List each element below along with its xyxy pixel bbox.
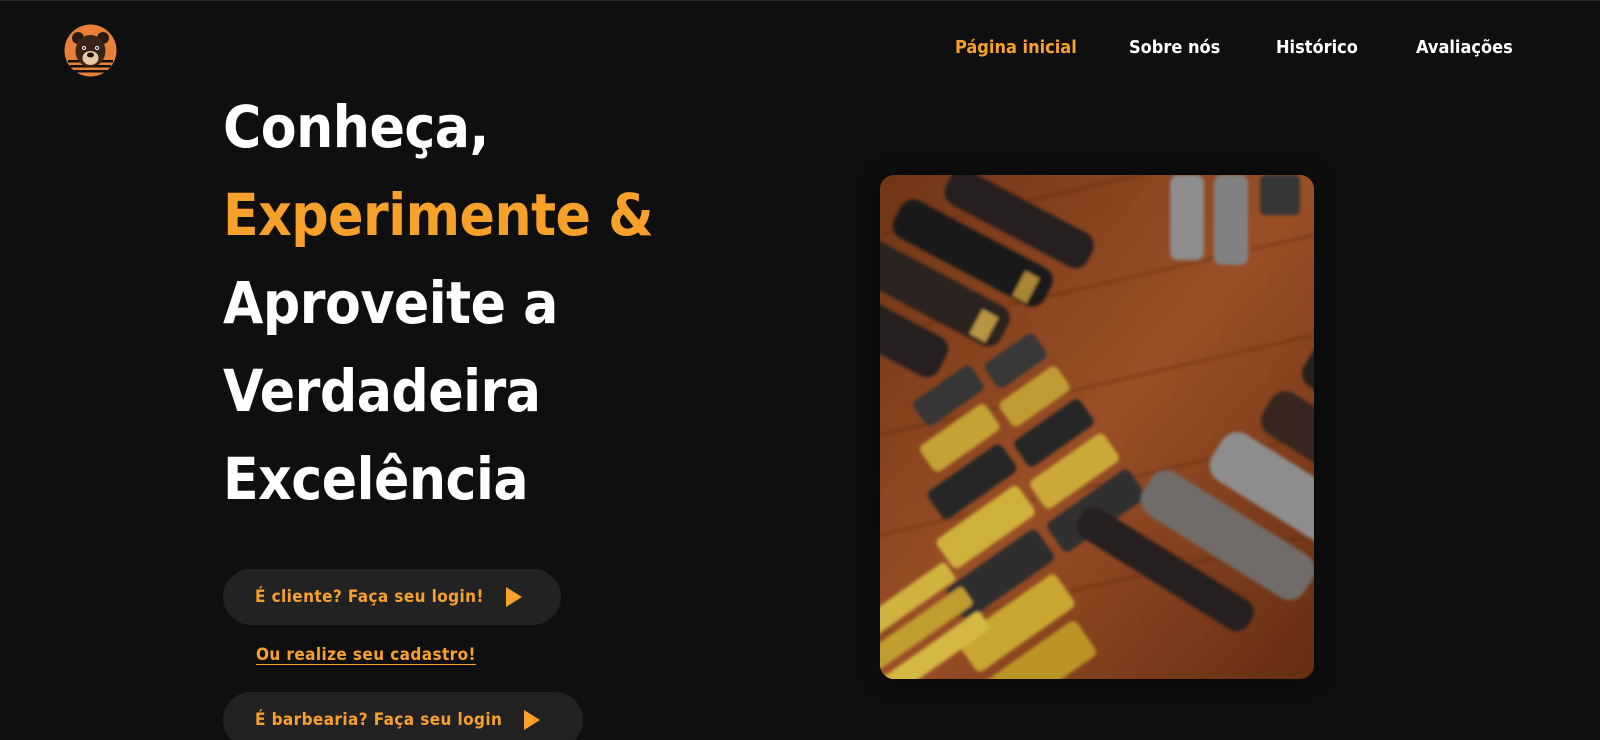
nav-item-history[interactable]: Histórico: [1276, 37, 1358, 58]
client-login-button[interactable]: É cliente? Faça seu login!: [223, 569, 561, 625]
barbershop-login-label: É barbearia? Faça seu login: [255, 710, 503, 730]
nav-item-home[interactable]: Página inicial: [955, 37, 1077, 58]
play-icon: [505, 587, 522, 607]
nav-item-reviews[interactable]: Avaliações: [1416, 37, 1513, 58]
headline-line-1: Conheça,: [223, 93, 489, 161]
main-nav: Página inicial Sobre nós Histórico Avali…: [0, 37, 1600, 67]
register-link[interactable]: Ou realize seu cadastro!: [256, 645, 476, 665]
headline-line-3: Aproveite a: [223, 269, 558, 337]
barbershop-login-button[interactable]: É barbearia? Faça seu login: [223, 692, 583, 740]
play-icon: [524, 710, 541, 730]
hero-headline: Conheça, Experimente & Aproveite a Verda…: [223, 83, 654, 523]
client-login-label: É cliente? Faça seu login!: [255, 587, 484, 607]
headline-line-4: Verdadeira: [223, 357, 541, 425]
headline-line-2: Experimente &: [223, 181, 654, 249]
nav-item-about[interactable]: Sobre nós: [1129, 37, 1220, 58]
headline-line-5: Excelência: [223, 445, 529, 513]
hair-clippers-photo: [880, 175, 1314, 679]
